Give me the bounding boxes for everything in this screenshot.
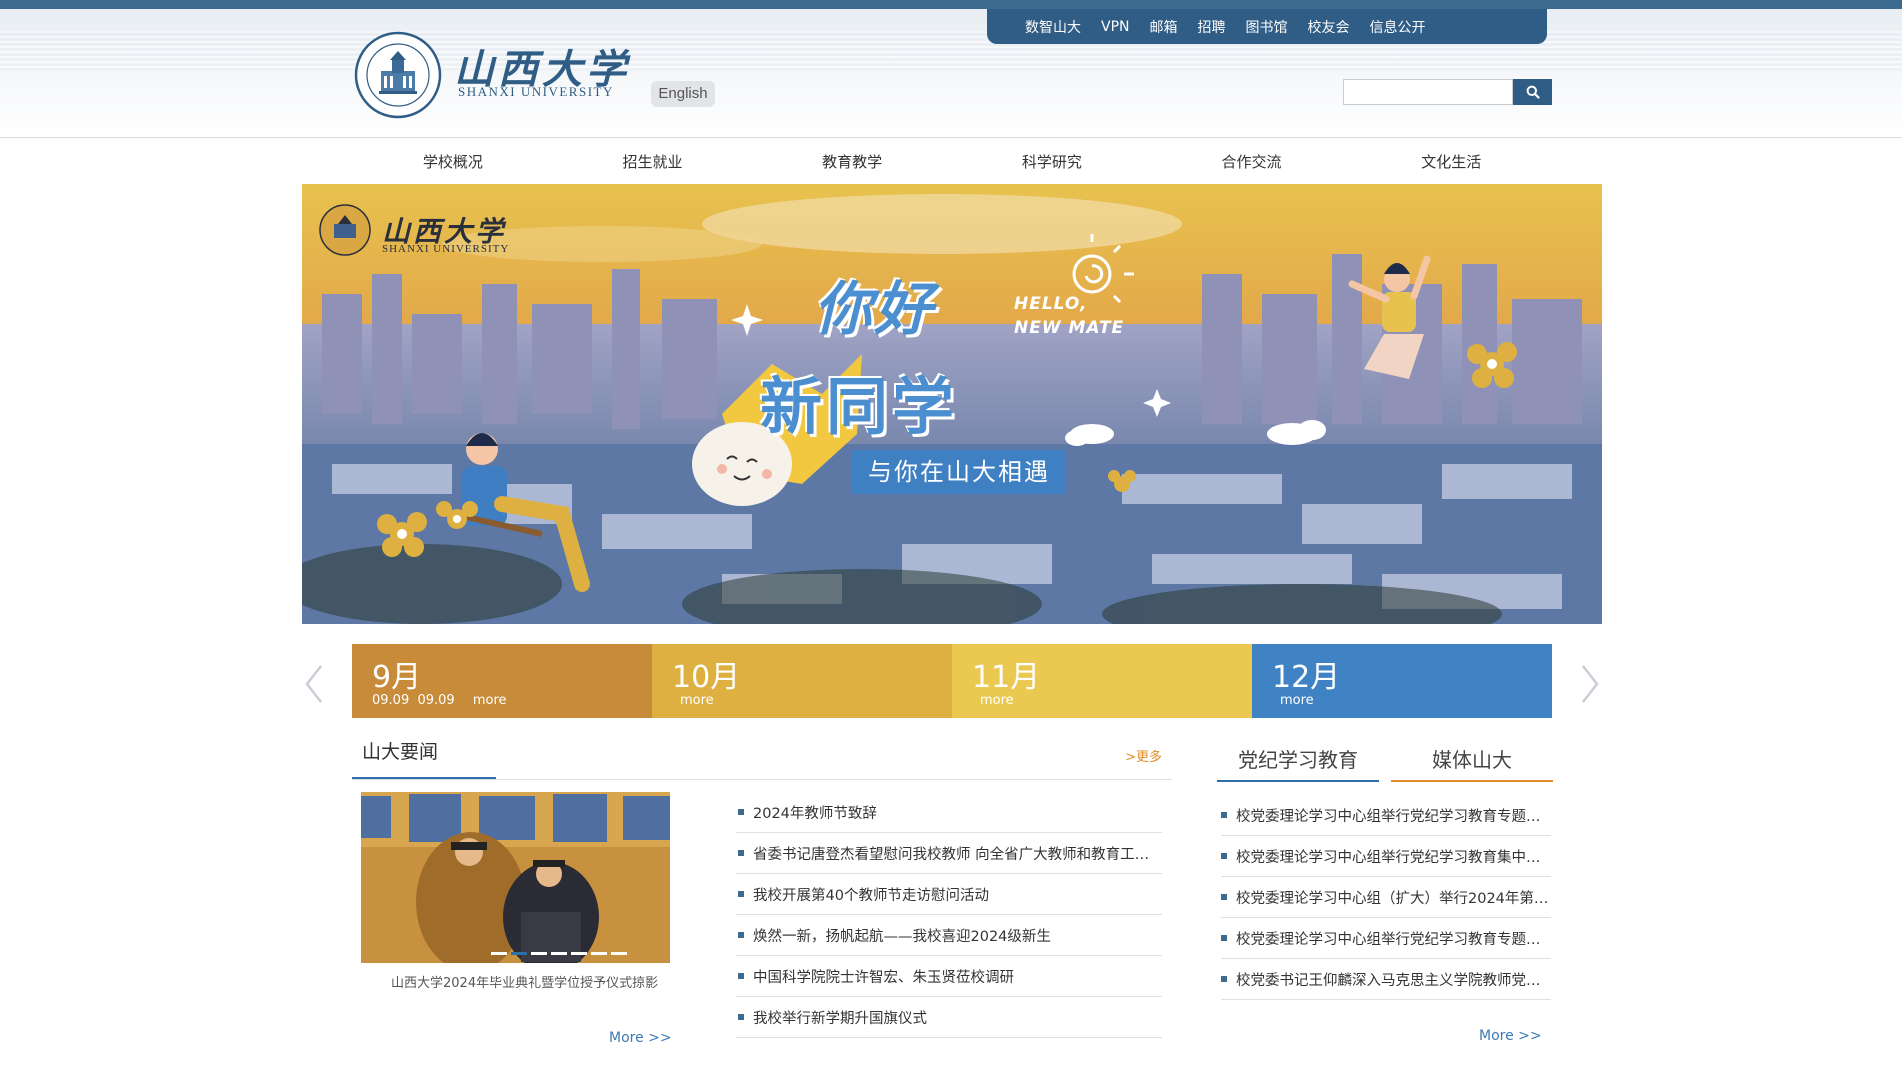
toplink-mail[interactable]: 邮箱: [1150, 17, 1178, 37]
hero-banner[interactable]: 山西大学 SHANXI UNIVERSITY 你好 HELLO, NEW MAT…: [302, 184, 1602, 624]
list-item[interactable]: 校党委理论学习中心组举行党纪学习教育集中学习研讨: [1221, 836, 1551, 877]
calendar-next-arrow-icon[interactable]: [1573, 662, 1603, 706]
toplink-recruitment[interactable]: 招聘: [1198, 17, 1226, 37]
tab-media-sxu[interactable]: 媒体山大: [1391, 740, 1553, 782]
news-item-title: 我校举行新学期升国旗仪式: [753, 1010, 927, 1027]
photo-more-link[interactable]: More >>: [609, 1030, 672, 1046]
english-language-button[interactable]: English: [651, 81, 715, 107]
bullet-icon: [1221, 812, 1227, 818]
toplink-alumni[interactable]: 校友会: [1308, 17, 1350, 37]
top-stripe: [0, 0, 1902, 9]
news-header: 山大要闻 >更多: [352, 728, 1172, 780]
list-item[interactable]: 校党委理论学习中心组举行党纪学习教育专题学习: [1221, 795, 1551, 836]
toplink-smart-sxu[interactable]: 数智山大: [1025, 17, 1081, 37]
carousel-dot[interactable]: [531, 952, 547, 955]
news-section-title[interactable]: 山大要闻: [352, 728, 496, 779]
bullet-icon: [1221, 976, 1227, 982]
top-links-bar: 数智山大 VPN 邮箱 招聘 图书馆 校友会 信息公开: [987, 9, 1547, 44]
nav-research[interactable]: 科学研究: [952, 140, 1152, 184]
news-item[interactable]: 2024年教师节致辞: [736, 792, 1162, 833]
calendar-dates: 09.09 09.09 more: [372, 693, 507, 708]
list-item[interactable]: 校党委理论学习中心组（扩大）举行2024年第一次集中学习: [1221, 877, 1551, 918]
bullet-icon: [738, 973, 744, 979]
nav-about[interactable]: 学校概况: [353, 140, 553, 184]
bullet-icon: [1221, 935, 1227, 941]
calendar-prev-arrow-icon[interactable]: [301, 662, 331, 706]
calendar-month-december[interactable]: 12月 more: [1252, 644, 1552, 718]
calendar-month-label: 11月: [972, 660, 1041, 695]
right-panel-more-link[interactable]: More >>: [1479, 1028, 1542, 1044]
nav-admission[interactable]: 招生就业: [553, 140, 753, 184]
list-item-title: 校党委理论学习中心组举行党纪学习教育专题读书班: [1236, 931, 1551, 948]
main-nav: 学校概况 招生就业 教育教学 科学研究 合作交流 文化生活: [353, 140, 1551, 184]
carousel-dot[interactable]: [551, 952, 567, 955]
bullet-icon: [1221, 853, 1227, 859]
news-item-title: 中国科学院院士许智宏、朱玉贤莅校调研: [753, 969, 1014, 986]
list-item[interactable]: 校党委书记王仰麟深入马克思主义学院教师党支部讲授专题党课: [1221, 959, 1551, 1000]
bullet-icon: [738, 891, 744, 897]
list-item[interactable]: 校党委理论学习中心组举行党纪学习教育专题读书班: [1221, 918, 1551, 959]
news-photo-carousel[interactable]: [361, 792, 670, 963]
right-panel-list: 校党委理论学习中心组举行党纪学习教育专题学习 校党委理论学习中心组举行党纪学习教…: [1221, 795, 1551, 1000]
logo-english-name: SHANXI UNIVERSITY: [458, 84, 614, 99]
search-icon: [1526, 85, 1540, 99]
calendar-date[interactable]: 09.09: [417, 693, 454, 708]
university-seal-icon: [354, 31, 442, 119]
nav-culture[interactable]: 文化生活: [1351, 140, 1551, 184]
calendar-month-label: 9月: [372, 660, 422, 695]
list-item-title: 校党委理论学习中心组举行党纪学习教育专题学习: [1236, 808, 1551, 825]
news-item[interactable]: 我校举行新学期升国旗仪式: [736, 997, 1162, 1038]
list-item-title: 校党委理论学习中心组（扩大）举行2024年第一次集中学习: [1236, 890, 1551, 907]
tab-party-discipline[interactable]: 党纪学习教育: [1217, 740, 1379, 782]
search-button[interactable]: [1513, 79, 1552, 105]
calendar-more-link[interactable]: more: [680, 693, 714, 708]
news-item-title: 焕然一新，扬帆起航——我校喜迎2024级新生: [753, 928, 1051, 945]
carousel-dots: [491, 952, 627, 955]
bullet-icon: [738, 809, 744, 815]
graduation-photo: [361, 792, 670, 963]
news-item-title: 我校开展第40个教师节走访慰问活动: [753, 887, 989, 904]
calendar-month-november[interactable]: 11月 more: [952, 644, 1252, 718]
news-item[interactable]: 省委书记唐登杰看望慰问我校教师 向全省广大教师和教育工作者致以节日祝贺: [736, 833, 1162, 874]
calendar-more-link[interactable]: more: [1280, 693, 1314, 708]
calendar-month-label: 10月: [672, 660, 741, 695]
calendar-month-october[interactable]: 10月 more: [652, 644, 952, 718]
banner-illustration: [302, 184, 1602, 624]
news-more-link[interactable]: >更多: [1125, 746, 1162, 765]
search-input[interactable]: [1343, 79, 1513, 105]
bullet-icon: [738, 932, 744, 938]
header-band: [0, 9, 1902, 138]
carousel-dot[interactable]: [491, 952, 507, 955]
news-item[interactable]: 中国科学院院士许智宏、朱玉贤莅校调研: [736, 956, 1162, 997]
carousel-dot[interactable]: [571, 952, 587, 955]
carousel-dot[interactable]: [611, 952, 627, 955]
calendar-month-label: 12月: [1272, 660, 1341, 695]
right-panel-tabs: 党纪学习教育 媒体山大: [1217, 740, 1553, 782]
nav-cooperation[interactable]: 合作交流: [1152, 140, 1352, 184]
toplink-vpn[interactable]: VPN: [1101, 19, 1130, 35]
calendar-strip: 9月 09.09 09.09 more 10月 more 11月 more 12…: [352, 644, 1552, 718]
bullet-icon: [738, 850, 744, 856]
nav-education[interactable]: 教育教学: [752, 140, 952, 184]
toplink-library[interactable]: 图书馆: [1246, 17, 1288, 37]
carousel-dot[interactable]: [591, 952, 607, 955]
news-item-title: 省委书记唐登杰看望慰问我校教师 向全省广大教师和教育工作者致以节日祝贺: [753, 846, 1162, 863]
toplink-info-disclosure[interactable]: 信息公开: [1370, 17, 1426, 37]
university-logo[interactable]: 山西大学 SHANXI UNIVERSITY: [354, 31, 626, 119]
list-item-title: 校党委书记王仰麟深入马克思主义学院教师党支部讲授专题党课: [1236, 972, 1551, 989]
carousel-dot[interactable]: [511, 952, 527, 955]
calendar-more-link[interactable]: more: [473, 693, 507, 708]
news-item-title: 2024年教师节致辞: [753, 805, 877, 822]
calendar-date[interactable]: 09.09: [372, 693, 409, 708]
news-list: 2024年教师节致辞 省委书记唐登杰看望慰问我校教师 向全省广大教师和教育工作者…: [736, 792, 1162, 1038]
photo-caption[interactable]: 山西大学2024年毕业典礼暨学位授予仪式掠影: [361, 972, 676, 995]
calendar-more-link[interactable]: more: [980, 693, 1014, 708]
news-item[interactable]: 焕然一新，扬帆起航——我校喜迎2024级新生: [736, 915, 1162, 956]
bullet-icon: [738, 1014, 744, 1020]
list-item-title: 校党委理论学习中心组举行党纪学习教育集中学习研讨: [1236, 849, 1551, 866]
bullet-icon: [1221, 894, 1227, 900]
news-item[interactable]: 我校开展第40个教师节走访慰问活动: [736, 874, 1162, 915]
calendar-month-september[interactable]: 9月 09.09 09.09 more: [352, 644, 652, 718]
